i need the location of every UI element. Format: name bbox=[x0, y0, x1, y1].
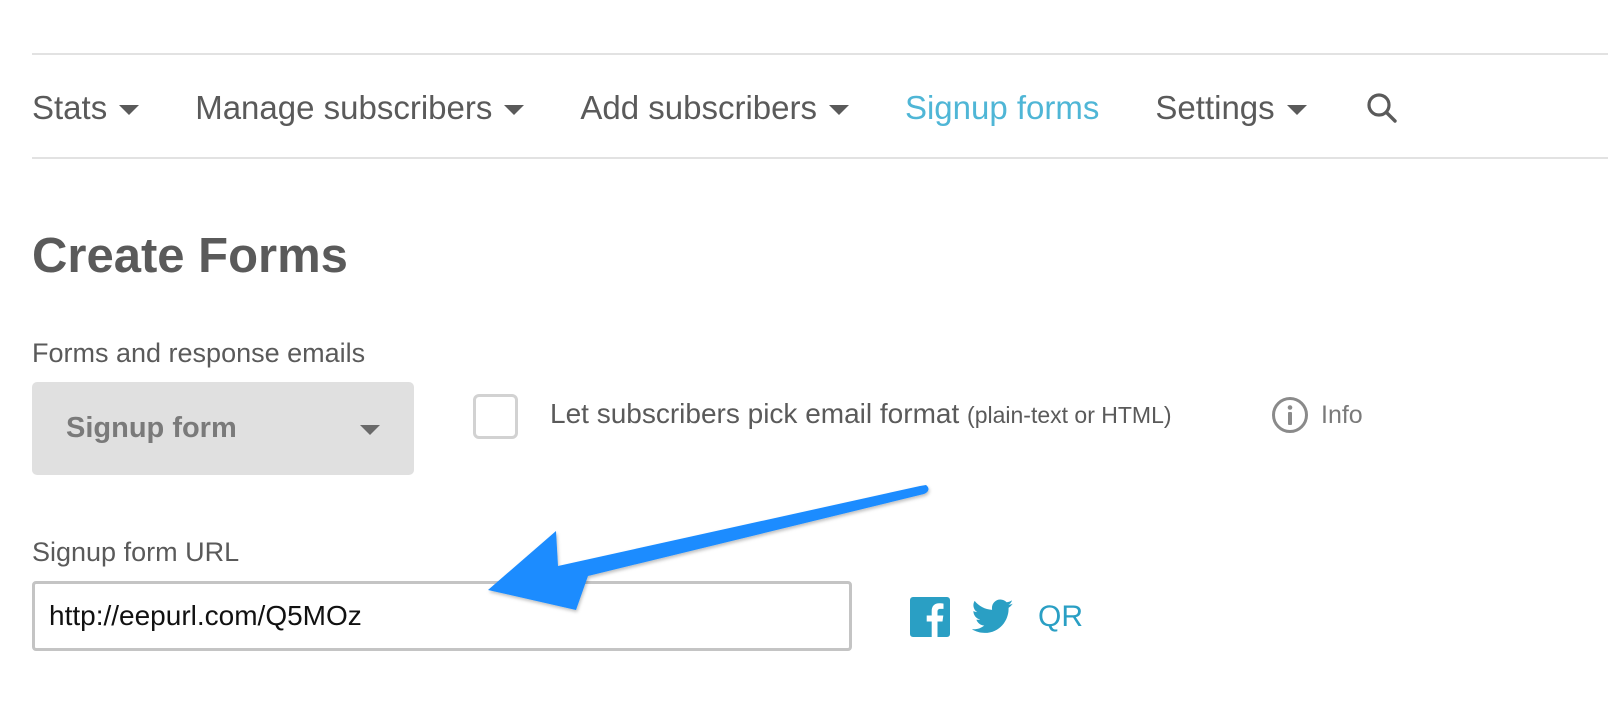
nav-item-settings[interactable]: Settings bbox=[1155, 89, 1307, 127]
email-format-label[interactable]: Let subscribers pick email format (plain… bbox=[550, 398, 1172, 430]
forms-select-dropdown[interactable]: Signup form bbox=[32, 382, 414, 475]
caret-down-icon bbox=[119, 105, 140, 115]
info-link[interactable]: Info bbox=[1271, 396, 1363, 434]
nav-item-label: Signup forms bbox=[904, 89, 1100, 126]
search-icon[interactable] bbox=[1365, 91, 1399, 125]
main-nav: Stats Manage subscribers Add subscribers… bbox=[32, 84, 1399, 132]
nav-item-signup-forms[interactable]: Signup forms bbox=[905, 89, 1099, 127]
caret-down-icon bbox=[1286, 105, 1307, 115]
signup-url-label: Signup form URL bbox=[32, 537, 240, 567]
twitter-icon[interactable] bbox=[972, 599, 1014, 635]
nav-item-add-subscribers[interactable]: Add subscribers bbox=[580, 89, 849, 127]
nav-item-label: Add subscribers bbox=[580, 89, 817, 126]
nav-item-label: Manage subscribers bbox=[195, 89, 493, 126]
qr-code-link[interactable]: QR bbox=[1038, 600, 1083, 634]
info-icon bbox=[1272, 397, 1308, 433]
facebook-icon[interactable] bbox=[910, 597, 950, 637]
forms-select-label: Forms and response emails bbox=[32, 338, 366, 368]
info-label: Info bbox=[1321, 400, 1363, 429]
forms-select-value: Signup form bbox=[66, 412, 237, 444]
nav-item-stats[interactable]: Stats bbox=[32, 89, 140, 127]
chevron-down-icon bbox=[360, 425, 380, 435]
page-title: Create Forms bbox=[32, 229, 348, 283]
nav-item-label: Settings bbox=[1155, 89, 1275, 126]
nav-top-divider bbox=[32, 53, 1608, 55]
signup-forms-page: Stats Manage subscribers Add subscribers… bbox=[0, 0, 1608, 706]
caret-down-icon bbox=[504, 105, 525, 115]
nav-bottom-divider bbox=[32, 157, 1608, 159]
email-format-checkbox[interactable] bbox=[473, 394, 518, 439]
email-format-text: Let subscribers pick email format bbox=[550, 398, 960, 429]
caret-down-icon bbox=[828, 105, 849, 115]
email-format-hint: (plain-text or HTML) bbox=[967, 402, 1172, 428]
nav-item-manage-subscribers[interactable]: Manage subscribers bbox=[195, 89, 525, 127]
nav-item-label: Stats bbox=[32, 89, 108, 126]
signup-url-input[interactable] bbox=[32, 581, 852, 651]
share-links: QR bbox=[910, 597, 1083, 637]
